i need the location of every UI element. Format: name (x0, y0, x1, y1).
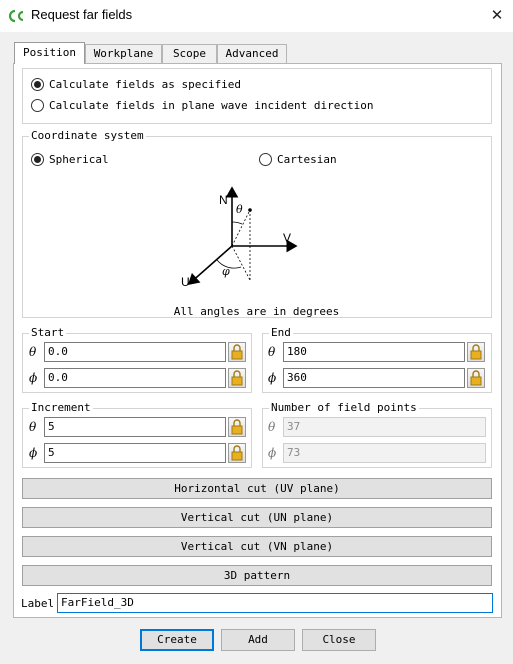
close-window-button[interactable]: ✕ (484, 4, 510, 26)
field-points-theta-symbol: θ (268, 420, 276, 434)
start-theta-symbol: θ (29, 345, 37, 359)
lock-icon[interactable] (228, 443, 246, 463)
vertical-cut-vn-button[interactable]: Vertical cut (VN plane) (22, 536, 492, 557)
theta-symbol: θ (236, 203, 243, 216)
projection-ground (231, 245, 251, 281)
vertical-cut-un-button[interactable]: Vertical cut (UN plane) (22, 507, 492, 528)
increment-phi-symbol: ϕ (29, 446, 38, 460)
start-phi-input[interactable]: 0.0 (44, 368, 226, 388)
end-theta-symbol: θ (268, 345, 276, 359)
window-title: Request far fields (31, 7, 133, 22)
label-input[interactable]: FarField_3D (57, 593, 493, 613)
calculate-as-specified-label[interactable]: Calculate fields as specified (49, 78, 241, 91)
lock-icon[interactable] (467, 368, 485, 388)
u-axis-label: U (181, 275, 190, 289)
start-phi-symbol: ϕ (29, 371, 38, 385)
v-axis-label: V (283, 231, 291, 245)
lock-icon[interactable] (228, 342, 246, 362)
radio-cartesian[interactable] (259, 153, 272, 166)
increment-legend: Increment (29, 401, 93, 414)
n-axis-label: N (219, 193, 228, 207)
end-phi-symbol: ϕ (268, 371, 277, 385)
end-legend: End (269, 326, 293, 339)
lock-icon[interactable] (467, 342, 485, 362)
label-field-label: Label (21, 597, 55, 610)
increment-theta-input[interactable]: 5 (44, 417, 226, 437)
increment-theta-symbol: θ (29, 420, 37, 434)
increment-phi-input[interactable]: 5 (44, 443, 226, 463)
tab-position[interactable]: Position (14, 42, 85, 64)
field-points-phi-symbol: ϕ (268, 446, 277, 460)
end-phi-input[interactable]: 360 (283, 368, 465, 388)
start-legend: Start (29, 326, 67, 339)
tab-advanced[interactable]: Advanced (217, 44, 287, 64)
app-logo-icon (9, 9, 24, 23)
radio-plane-wave-direction[interactable] (31, 99, 44, 112)
lock-icon[interactable] (228, 417, 246, 437)
angles-note: All angles are in degrees (173, 305, 340, 318)
tab-workplane[interactable]: Workplane (85, 44, 162, 64)
field-points-theta-output: 37 (283, 417, 486, 437)
tab-scope[interactable]: Scope (162, 44, 217, 64)
horizontal-cut-button[interactable]: Horizontal cut (UV plane) (22, 478, 492, 499)
theta-arc (231, 221, 243, 225)
spherical-label[interactable]: Spherical (49, 153, 109, 166)
phi-symbol: φ (222, 265, 230, 278)
start-theta-input[interactable]: 0.0 (44, 342, 226, 362)
coordinate-diagram: N V U θ φ (181, 186, 298, 289)
radio-calculate-as-specified[interactable] (31, 78, 44, 91)
field-points-phi-output: 73 (283, 443, 486, 463)
plane-wave-direction-label[interactable]: Calculate fields in plane wave incident … (49, 99, 374, 112)
mode-group (22, 68, 492, 124)
coordinate-system-legend: Coordinate system (29, 129, 146, 142)
lock-icon[interactable] (228, 368, 246, 388)
cartesian-label[interactable]: Cartesian (277, 153, 337, 166)
add-button[interactable]: Add (221, 629, 295, 651)
close-button[interactable]: Close (302, 629, 376, 651)
end-theta-input[interactable]: 180 (283, 342, 465, 362)
radio-spherical[interactable] (31, 153, 44, 166)
create-button[interactable]: Create (140, 629, 214, 651)
field-points-legend: Number of field points (269, 401, 419, 414)
pattern-3d-button[interactable]: 3D pattern (22, 565, 492, 586)
